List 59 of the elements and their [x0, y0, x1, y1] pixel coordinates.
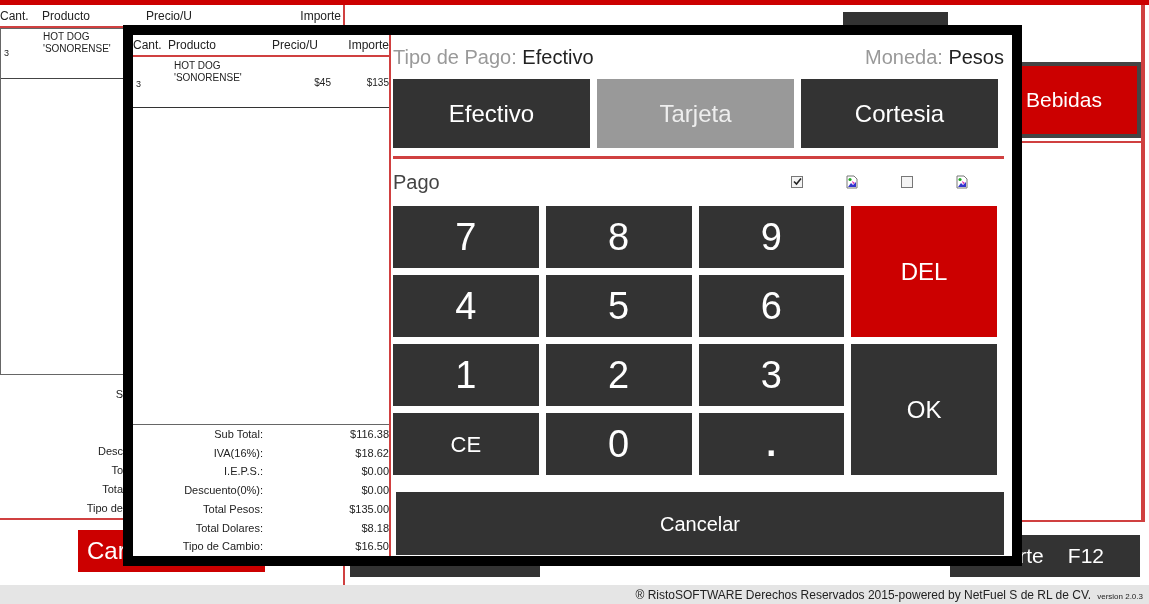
currency-text: Moneda: Pesos	[865, 45, 1004, 70]
total-value: $0.00	[361, 464, 389, 480]
table-cell-text: HOT DOG 'SONORENSE'	[43, 31, 112, 56]
copyright-text: ® RistoSOFTWARE Derechos Reservados 2015-powered by NetFuel S de RL de CV.	[635, 587, 1092, 604]
column-header: Importe	[348, 37, 389, 54]
payment-type-text: Tipo de Pago: Efectivo	[393, 45, 594, 70]
total-value: $16.50	[355, 539, 389, 555]
column-header: Cant.	[0, 7, 30, 25]
keypad-key[interactable]: 8	[545, 206, 692, 268]
table-cell-text: $45	[313, 75, 331, 90]
total-label: Total Dolares:	[194, 520, 263, 536]
broken-image-icon	[846, 174, 858, 189]
summary-label: Tipo de	[86, 501, 123, 516]
summary-label: Tota	[102, 482, 123, 497]
total-label: Descuento(0%):	[183, 483, 263, 499]
keypad-key[interactable]: 9	[698, 206, 845, 268]
keypad-key[interactable]: 1	[393, 344, 539, 406]
column-header: Producto	[42, 7, 92, 25]
keypad-key[interactable]: 7	[393, 206, 539, 268]
total-label: IVA(16%):	[212, 445, 263, 461]
summary-label: To	[111, 463, 123, 478]
payment-label: Pago	[393, 169, 440, 195]
keypad-key[interactable]: DEL	[851, 206, 997, 337]
total-label: I.E.P.S.:	[223, 464, 263, 480]
column-header: Importe	[300, 7, 341, 25]
keypad-key[interactable]: OK	[851, 344, 997, 475]
broken-image-icon	[956, 174, 968, 189]
summary-label: S	[115, 387, 123, 402]
total-value: $18.62	[355, 445, 389, 461]
version-text: version 2.0.3	[1097, 591, 1143, 603]
keypad-key[interactable]: 5	[545, 275, 692, 337]
keypad-key[interactable]: .	[698, 413, 845, 475]
total-label: Sub Total:	[213, 427, 263, 443]
payment-method-button[interactable]: Efectivo	[393, 79, 590, 148]
table-cell-text: $135	[366, 75, 389, 90]
keypad-key[interactable]: 2	[545, 344, 692, 406]
keypad-key[interactable]: 3	[698, 344, 845, 406]
total-value: $135.00	[349, 501, 389, 517]
keypad-key[interactable]: 0	[545, 413, 692, 475]
keypad-key[interactable]: 6	[698, 275, 845, 337]
table-cell-text: HOT DOG 'SONORENSE'	[174, 60, 243, 84]
keypad-key[interactable]: 4	[393, 275, 539, 337]
column-header: Cant.	[133, 37, 163, 54]
column-header: Producto	[168, 37, 218, 54]
keypad-key[interactable]: CE	[393, 413, 539, 475]
table-cell-text: 3	[3, 47, 10, 61]
column-header: Precio/U	[146, 7, 193, 25]
payment-method-button[interactable]: Cortesia	[801, 79, 998, 148]
total-label: Total Pesos:	[202, 501, 263, 517]
total-label: Tipo de Cambio:	[181, 539, 263, 555]
column-header: Precio/U	[272, 37, 318, 54]
checkbox[interactable]	[791, 175, 803, 188]
table-cell-text: 3	[135, 78, 142, 92]
checkbox[interactable]	[901, 175, 913, 188]
total-value: $8.18	[361, 520, 389, 536]
total-value: $0.00	[361, 483, 389, 499]
summary-label: Desc	[97, 444, 123, 459]
total-value: $116.38	[350, 427, 389, 443]
cancel-button[interactable]: Cancelar	[396, 492, 1004, 555]
